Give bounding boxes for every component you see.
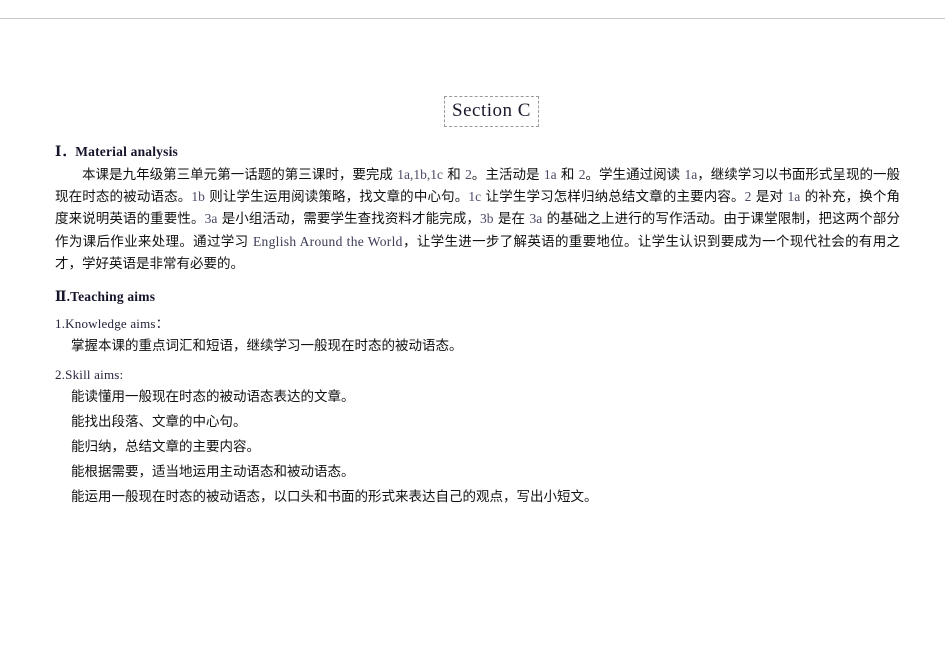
list-item: 能找出段落、文章的中心句。 — [71, 414, 247, 431]
document-title-area: Section C — [55, 96, 900, 130]
list-item: 掌握本课的重点词汇和短语，继续学习一般现在时态的被动语态。 — [71, 338, 463, 355]
knowledge-aims-block: 1.Knowledge aims： 掌握本课的重点词汇和短语，继续学习一般现在时… — [55, 313, 900, 359]
list-item: 能根据需要，适当地运用主动语态和被动语态。 — [71, 464, 355, 481]
document-content: Section C Ⅰ．Material analysis 本课是九年级第三单元… — [55, 34, 900, 510]
list-item: 能归纳，总结文章的主要内容。 — [71, 439, 260, 456]
skill-aims-block: 2.Skill aims: 能读懂用一般现在时态的被动语态表达的文章。 能找出段… — [55, 367, 900, 510]
document-page: Section C Ⅰ．Material analysis 本课是九年级第三单元… — [0, 0, 945, 669]
list-item: 能运用一般现在时态的被动语态，以口头和书面的形式来表达自己的观点，写出小短文。 — [71, 489, 598, 506]
material-analysis-paragraph: 本课是九年级第三单元第一话题的第三课时，要完成 1a,1b,1c 和 2。主活动… — [55, 167, 901, 272]
page-title: Section C — [444, 96, 539, 127]
section-heading-teaching-aims: Ⅱ.Teaching aims — [55, 289, 156, 305]
page-title-text: Section C — [452, 100, 531, 121]
section-heading-material-analysis: Ⅰ．Material analysis — [55, 144, 178, 159]
skill-aims-list: 能读懂用一般现在时态的被动语态表达的文章。 能找出段落、文章的中心句。 能归纳，… — [55, 385, 900, 510]
knowledge-aims-list: 掌握本课的重点词汇和短语，继续学习一般现在时态的被动语态。 — [55, 334, 900, 359]
subsection-title-knowledge-aims: 1.Knowledge aims： — [55, 316, 169, 332]
subsection-title-skill-aims: 2.Skill aims: — [55, 367, 124, 383]
list-item: 能读懂用一般现在时态的被动语态表达的文章。 — [71, 389, 355, 406]
header-rule — [0, 18, 945, 19]
